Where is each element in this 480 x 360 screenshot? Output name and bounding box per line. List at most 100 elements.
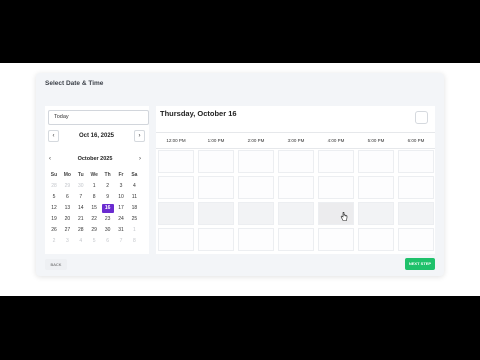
view-toggle-button[interactable] bbox=[415, 111, 428, 124]
time-slot-cell[interactable] bbox=[238, 228, 274, 251]
calendar-day[interactable]: 6 bbox=[102, 237, 114, 246]
time-slot-panel: Thursday, October 16 12:00 PM 1:00 PM 2:00… bbox=[156, 106, 435, 254]
time-slot-cell[interactable] bbox=[238, 202, 274, 225]
calendar-day[interactable]: 15 bbox=[88, 204, 100, 213]
time-column-label: 2:00 PM bbox=[247, 138, 265, 143]
calendar-day[interactable]: 7 bbox=[75, 193, 87, 202]
time-slot-cell[interactable] bbox=[278, 228, 314, 251]
time-slot-cell[interactable] bbox=[358, 150, 394, 173]
calendar-day[interactable]: 28 bbox=[48, 182, 60, 191]
calendar-day[interactable]: 3 bbox=[61, 237, 73, 246]
prev-month-button[interactable]: ‹ bbox=[49, 154, 51, 164]
calendar-day[interactable]: 23 bbox=[102, 215, 114, 224]
time-slot-cell[interactable] bbox=[278, 202, 314, 225]
today-input[interactable]: Today bbox=[48, 110, 149, 125]
calendar-day[interactable]: 13 bbox=[61, 204, 73, 213]
calendar-day[interactable]: 21 bbox=[75, 215, 87, 224]
weekday-label: Mo bbox=[63, 172, 71, 178]
calendar-day[interactable]: 19 bbox=[48, 215, 60, 224]
time-column-label: 1:00 PM bbox=[207, 138, 225, 143]
next-month-button[interactable]: › bbox=[139, 154, 141, 164]
dialog-title: Select Date & Time bbox=[45, 80, 104, 87]
time-slot-cell[interactable] bbox=[398, 202, 434, 225]
calendar-day[interactable]: 11 bbox=[128, 193, 140, 202]
calendar-day[interactable]: 2 bbox=[48, 237, 60, 246]
calendar-day[interactable]: 22 bbox=[88, 215, 100, 224]
time-slot-cell[interactable] bbox=[398, 228, 434, 251]
calendar-day[interactable]: 5 bbox=[88, 237, 100, 246]
time-slot-cell[interactable] bbox=[358, 228, 394, 251]
calendar-day[interactable]: 3 bbox=[115, 182, 127, 191]
next-day-button[interactable]: › bbox=[134, 130, 145, 142]
time-slot-cell[interactable] bbox=[318, 176, 354, 199]
weekday-label: We bbox=[90, 172, 98, 178]
time-column-label: 6:00 PM bbox=[407, 138, 425, 143]
back-button[interactable]: BACK bbox=[45, 259, 67, 270]
time-slot-cell[interactable] bbox=[318, 150, 354, 173]
time-column-label: 12:00 PM bbox=[166, 138, 186, 143]
time-slot-cell[interactable] bbox=[158, 176, 194, 199]
time-slot-cell[interactable] bbox=[318, 228, 354, 251]
time-column-label: 5:00 PM bbox=[367, 138, 385, 143]
weekday-label: Sa bbox=[131, 172, 138, 178]
date-time-dialog: Select Date & Time Today ‹ Oct 16, 2025 … bbox=[36, 73, 444, 276]
calendar-day[interactable]: 5 bbox=[48, 193, 60, 202]
calendar-day[interactable]: 7 bbox=[115, 237, 127, 246]
time-slot-cell[interactable] bbox=[198, 150, 234, 173]
time-slot-cell[interactable] bbox=[238, 176, 274, 199]
calendar-day[interactable]: 1 bbox=[128, 226, 140, 235]
weekday-label: Su bbox=[50, 172, 58, 178]
calendar-day[interactable]: 6 bbox=[61, 193, 73, 202]
calendar-day[interactable]: 20 bbox=[61, 215, 73, 224]
time-slot-cell[interactable] bbox=[238, 150, 274, 173]
calendar-day[interactable]: 12 bbox=[48, 204, 60, 213]
calendar-day[interactable]: 25 bbox=[128, 215, 140, 224]
time-slot-cell[interactable] bbox=[398, 150, 434, 173]
hand-cursor-icon bbox=[340, 212, 348, 221]
calendar-day[interactable]: 8 bbox=[88, 193, 100, 202]
time-slot-cell[interactable] bbox=[398, 176, 434, 199]
time-slot-cell[interactable] bbox=[198, 228, 234, 251]
calendar-day-selected[interactable]: 16 bbox=[101, 204, 114, 213]
calendar-day[interactable]: 9 bbox=[102, 193, 114, 202]
calendar-day[interactable]: 17 bbox=[115, 204, 127, 213]
day-title: Thursday, October 16 bbox=[160, 109, 237, 118]
time-slot-cell[interactable] bbox=[278, 150, 314, 173]
calendar-day[interactable]: 26 bbox=[48, 226, 60, 235]
calendar-day[interactable]: 28 bbox=[75, 226, 87, 235]
time-slot-cell[interactable] bbox=[198, 202, 234, 225]
calendar-day[interactable]: 24 bbox=[115, 215, 127, 224]
time-slot-cell[interactable] bbox=[358, 176, 394, 199]
calendar-day[interactable]: 14 bbox=[75, 204, 87, 213]
time-slot-cell[interactable] bbox=[198, 176, 234, 199]
calendar-day[interactable]: 29 bbox=[88, 226, 100, 235]
calendar-day[interactable]: 8 bbox=[128, 237, 140, 246]
weekday-label: Fr bbox=[118, 172, 124, 178]
calendar-day[interactable]: 2 bbox=[102, 182, 114, 191]
weekday-label: Tu bbox=[77, 172, 84, 178]
calendar-day[interactable]: 29 bbox=[61, 182, 73, 191]
calendar-day[interactable]: 30 bbox=[102, 226, 114, 235]
time-slot-cell[interactable] bbox=[358, 202, 394, 225]
screen-area: Select Date & Time Today ‹ Oct 16, 2025 … bbox=[0, 63, 480, 296]
calendar-day[interactable]: 31 bbox=[115, 226, 127, 235]
time-slot-cell[interactable] bbox=[158, 228, 194, 251]
calendar-day[interactable]: 1 bbox=[88, 182, 100, 191]
calendar-day[interactable]: 27 bbox=[61, 226, 73, 235]
current-date-label: Oct 16, 2025 bbox=[78, 133, 115, 139]
time-slot-cell[interactable] bbox=[278, 176, 314, 199]
calendar-day[interactable]: 4 bbox=[75, 237, 87, 246]
time-slot-cell[interactable] bbox=[158, 202, 194, 225]
calendar-day[interactable]: 18 bbox=[128, 204, 140, 213]
calendar-month-label: October 2025 bbox=[77, 156, 113, 162]
calendar-day[interactable]: 10 bbox=[115, 193, 127, 202]
prev-day-button[interactable]: ‹ bbox=[48, 130, 59, 142]
calendar-day[interactable]: 4 bbox=[128, 182, 140, 191]
time-column-label: 4:00 PM bbox=[327, 138, 345, 143]
date-navigator: ‹ Oct 16, 2025 › bbox=[48, 129, 145, 143]
calendar-day[interactable]: 30 bbox=[75, 182, 87, 191]
time-slot-cell[interactable] bbox=[318, 202, 354, 225]
next-step-button[interactable]: NEXT STEP bbox=[405, 258, 435, 270]
weekday-label: Th bbox=[104, 172, 111, 178]
time-slot-cell[interactable] bbox=[158, 150, 194, 173]
